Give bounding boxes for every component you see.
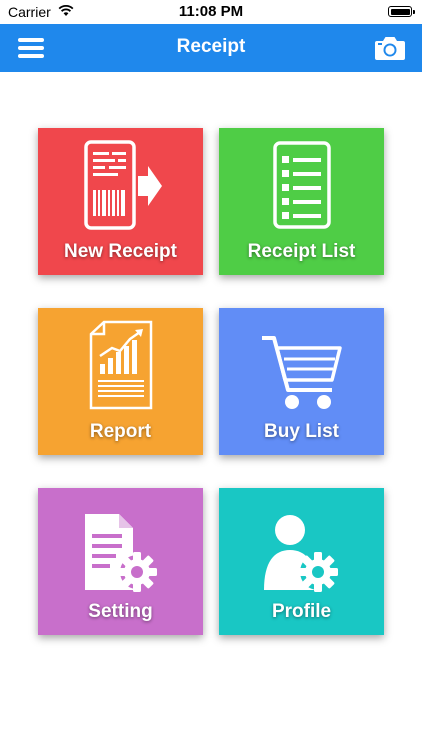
report-label: Report: [89, 421, 152, 442]
clock: 11:08 PM: [178, 3, 244, 20]
receipt-list-icon: [272, 141, 331, 229]
profile-tile[interactable]: Profile: [219, 488, 384, 635]
profile-settings-icon: [263, 515, 338, 592]
new-receipt-label: New Receipt: [64, 241, 177, 262]
report-tile[interactable]: Report: [38, 308, 203, 455]
receipt-list-tile[interactable]: Receipt List: [219, 128, 384, 275]
receipt-list-label: Receipt List: [247, 241, 356, 262]
settings-document-icon: [84, 514, 157, 592]
buy-list-tile[interactable]: Buy List: [219, 308, 384, 455]
report-icon: [89, 320, 152, 410]
nav-bar: Receipt: [0, 24, 422, 72]
camera-icon[interactable]: [374, 34, 406, 62]
new-receipt-icon: [83, 140, 162, 230]
buy-list-label: Buy List: [264, 421, 339, 442]
page-title: Receipt: [176, 36, 246, 57]
profile-label: Profile: [271, 601, 332, 622]
setting-tile[interactable]: Setting: [38, 488, 203, 635]
setting-label: Setting: [88, 601, 153, 622]
status-bar: Carrier 11:08 PM: [0, 0, 422, 24]
battery-icon: [388, 6, 415, 17]
new-receipt-tile[interactable]: New Receipt: [38, 128, 203, 275]
cart-icon: [261, 336, 342, 409]
